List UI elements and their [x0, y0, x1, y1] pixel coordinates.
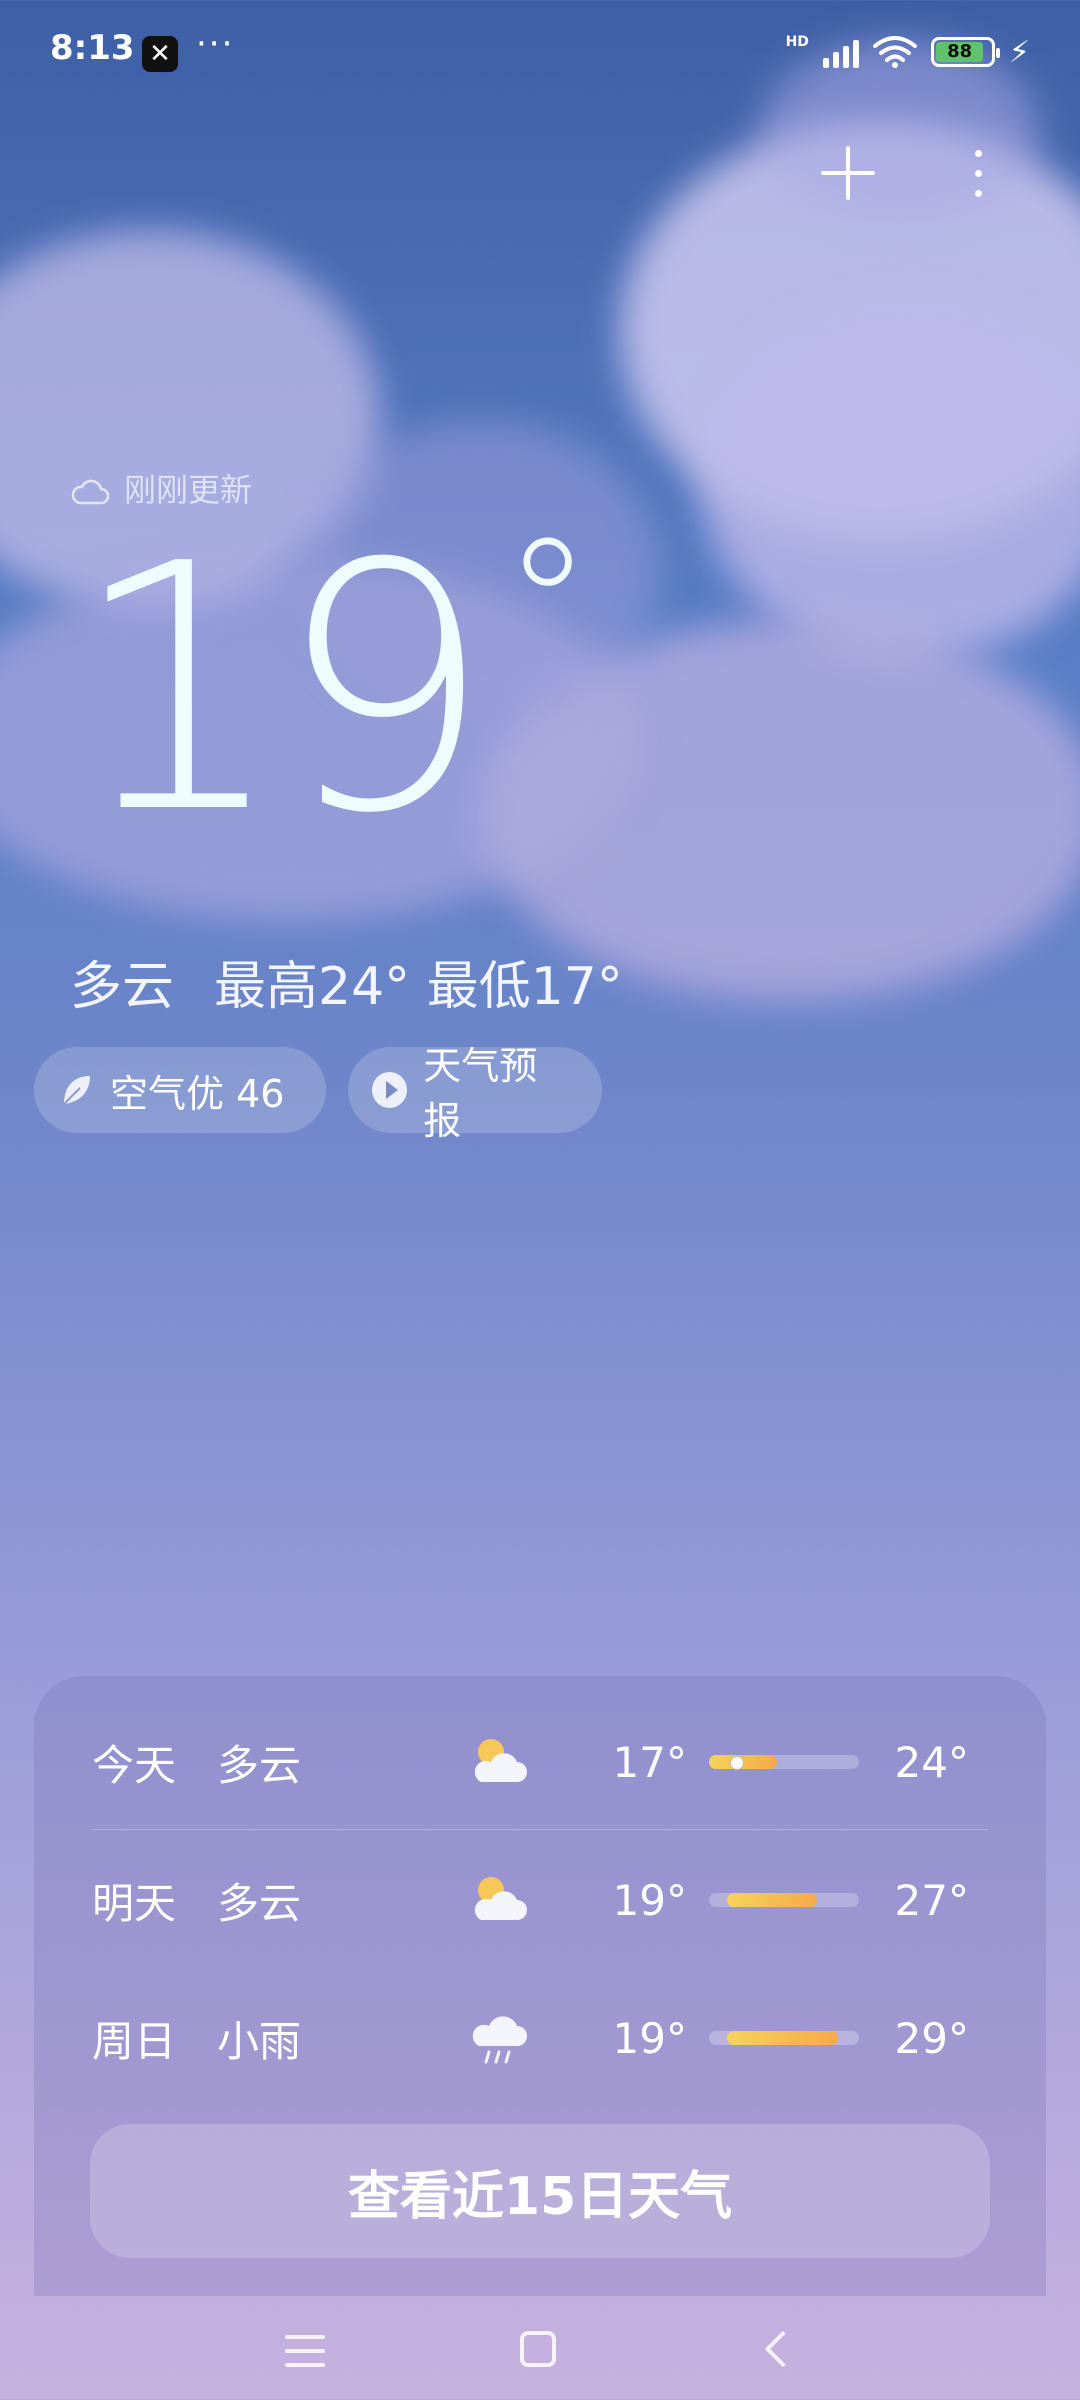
play-icon	[372, 1072, 408, 1108]
forecast-low: 19°	[612, 2013, 687, 2063]
charging-icon: ⚡	[1008, 34, 1030, 70]
forecast-low: 19°	[612, 1875, 687, 1925]
degree-symbol: °	[502, 501, 593, 710]
forecast-condition: 多云	[217, 1740, 302, 1790]
forecast-day: 今天	[92, 1740, 177, 1790]
status-icons: HD 88 ⚡	[786, 32, 1030, 72]
more-options-button[interactable]	[960, 140, 996, 206]
leaf-icon	[58, 1072, 94, 1108]
air-quality-label: 空气优 46	[110, 1071, 285, 1116]
weather-forecast-chip[interactable]: 天气预报	[348, 1044, 602, 1143]
row-divider	[92, 1829, 988, 1830]
temperature-range-bar	[709, 2031, 859, 2045]
forecast-low: 17°	[612, 1737, 687, 1787]
temperature-value: 19	[70, 492, 493, 888]
forecast-day: 明天	[92, 1878, 177, 1928]
add-city-button[interactable]	[815, 140, 881, 206]
view-15-day-forecast-button[interactable]: 查看近15日天气	[90, 2124, 990, 2258]
temperature-range-bar	[709, 1755, 859, 1770]
hd-label: HD	[785, 34, 809, 50]
forecast-row-today[interactable]: 今天 多云 17° 24°	[92, 1712, 992, 1812]
status-time: 8:13	[50, 28, 135, 68]
cloudy-sun-icon	[467, 1870, 557, 1930]
air-quality-chip[interactable]: 空气优 46	[34, 1047, 326, 1133]
wifi-icon	[872, 36, 917, 68]
capcut-notification-icon: ✕	[142, 36, 178, 72]
rain-cloud-icon	[467, 2008, 557, 2068]
forecast-row-sunday[interactable]: 周日 小雨 19° 29°	[92, 1988, 992, 2088]
more-notifications-icon: ···	[196, 24, 235, 64]
temperature-range-bar	[709, 1893, 859, 1907]
back-button[interactable]	[760, 2330, 788, 2370]
current-temperature: 19 °	[70, 501, 593, 916]
temperature-range-fill	[727, 2031, 838, 2045]
weather-forecast-label: 天气预报	[423, 1044, 538, 1143]
cloudy-sun-icon	[467, 1732, 557, 1792]
home-button[interactable]	[520, 2331, 556, 2367]
forecast-high: 24°	[894, 1737, 969, 1787]
system-navigation-bar	[0, 2280, 1080, 2400]
forecast-high: 29°	[894, 2013, 969, 2063]
location-name	[70, 400, 540, 450]
signal-icon	[822, 36, 859, 68]
status-bar: 8:13 ✕ ··· HD 88 ⚡	[0, 0, 1080, 110]
current-condition-row: 多云 最高24° 最低17°	[70, 944, 623, 1019]
temperature-range-fill	[727, 1893, 817, 1907]
battery-icon: 88	[930, 37, 1000, 67]
current-temp-marker	[730, 1756, 744, 1770]
recent-apps-button[interactable]	[285, 2335, 325, 2367]
forecast-row-tomorrow[interactable]: 明天 多云 19° 27°	[92, 1850, 992, 1950]
forecast-day: 周日	[92, 2016, 177, 2066]
high-low: 最高24° 最低17°	[214, 957, 623, 1017]
battery-level: 88	[935, 42, 984, 62]
forecast-condition: 小雨	[217, 2016, 302, 2066]
forecast-condition: 多云	[217, 1878, 302, 1928]
forecast-high: 27°	[894, 1875, 969, 1925]
current-condition: 多云	[70, 957, 175, 1017]
